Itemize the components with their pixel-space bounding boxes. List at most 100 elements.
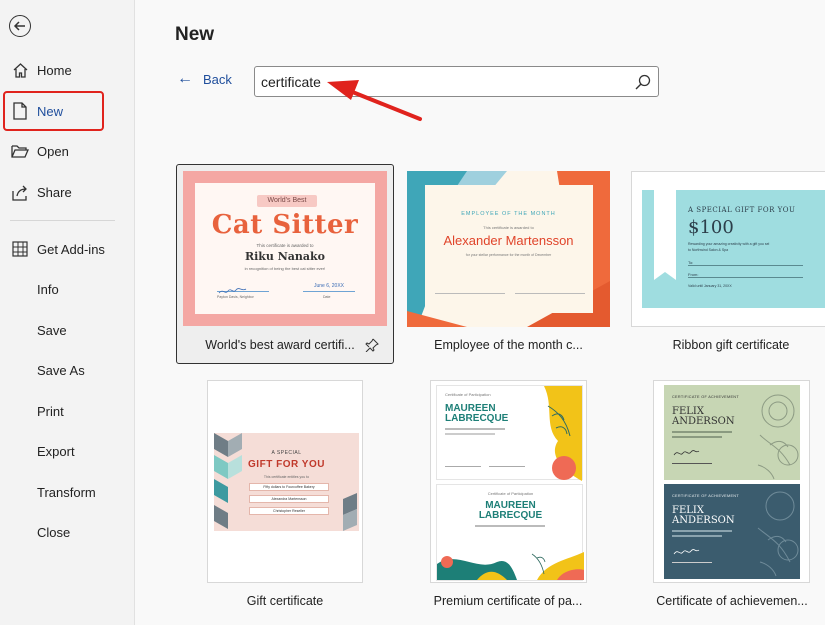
geometric-decoration-icon [214,433,242,529]
sidebar-item-label: Transform [37,484,96,500]
template-caption: Certificate of achievemen... [656,594,808,608]
date-line [515,293,585,294]
back-arrow-button[interactable] [9,15,31,37]
gift-to-field: To: [688,260,803,266]
cert-name-last-2: ANDERSON [672,515,735,526]
sidebar-item-save[interactable]: Save [0,312,135,348]
signature-line [445,466,481,467]
leaf-decoration-icon [544,386,582,481]
cert-name-last: LABRECQUE [445,413,509,424]
signature-line [672,562,712,563]
signature-line [217,283,269,294]
gift-field2: Alexandra Martensson [249,495,329,503]
sidebar-item-share[interactable]: Share [0,174,135,210]
ribbon-icon [654,190,676,280]
signature-scribble-icon [673,450,700,456]
sidebar-item-transform[interactable]: Transform [0,474,135,510]
sidebar-item-close[interactable]: Close [0,514,135,550]
search-icon[interactable] [634,73,652,91]
participation-page-bottom: Certificate of Participation MAUREEN LAB… [436,484,584,581]
gift-heading: A SPECIAL GIFT FOR YOU [688,206,796,214]
add-ins-grid-icon [11,240,29,258]
geometric-decoration-right-icon [343,493,357,531]
sidebar-item-export[interactable]: Export [0,433,135,469]
cert-date: June 6, 20XX [303,283,355,292]
achievement-page-bottom: CERTIFICATE OF ACHIEVEMENT FELIX ANDERSO… [664,484,800,579]
back-link[interactable]: ← Back [177,71,232,87]
back-link-label: Back [203,71,232,87]
sidebar-item-label: Open [37,143,69,159]
gift-line1: This certificate entitles you to [263,475,310,479]
gift-field3: Christopher Reseller [249,507,329,515]
template-caption: Ribbon gift certificate [672,338,790,352]
cert-heading: EMPLOYEE OF THE MONTH [461,211,556,217]
cert-heading: Certificate of Participation [445,392,491,397]
template-thumbnail: World's Best Cat Sitter This certificate… [183,171,387,326]
gift-amount: $100 [688,217,734,238]
cert-badge: World's Best [257,195,317,207]
wave-decoration-icon [437,552,584,580]
achievement-page-top: CERTIFICATE OF ACHIEVEMENT FELIX ANDERSO… [664,385,800,480]
text-placeholder [445,428,505,430]
back-arrow-icon [13,21,25,31]
text-placeholder [672,535,722,537]
sidebar-item-label: Save [37,322,67,338]
template-thumbnail: EMPLOYEE OF THE MONTH This certificate i… [407,171,610,327]
signature-line [672,463,712,464]
gift-line1: Rewarding your amazing creativity with a… [688,242,770,246]
template-caption: Premium certificate of pa... [433,594,583,608]
sidebar-item-get-add-ins[interactable]: Get Add-ins [0,231,135,267]
text-placeholder [475,525,545,527]
floral-decoration-icon [757,394,799,480]
cert-sign-name: Payton Davis, Neighbor [217,295,254,299]
left-arrow-icon: ← [177,70,193,87]
template-thumbnail: A SPECIAL GIFT FOR YOU This certificate … [207,380,363,583]
gift-field1: Fifty dollars to Fourcoffee Bakery [249,483,329,491]
sidebar-item-label: Print [37,403,64,419]
template-caption: Gift certificate [246,594,324,608]
text-placeholder [445,433,495,435]
cert-name: Riku Nanako [244,250,326,263]
cert-title-text: Cat Sitter [211,210,359,240]
cert-line1: This certificate is awarded to [256,243,314,248]
annotation-red-arrow [327,80,422,121]
sidebar-item-label: Save As [37,362,85,378]
gift-title: GIFT FOR YOU [248,459,325,470]
template-thumbnail: CERTIFICATE OF ACHIEVEMENT FELIX ANDERSO… [653,380,810,583]
sidebar-item-info[interactable]: Info [0,271,135,307]
sidebar-item-label: Close [37,524,71,540]
floral-decoration-dark-icon [757,491,799,577]
sidebar-item-label: Get Add-ins [37,241,105,257]
cert-heading-2: CERTIFICATE OF ACHIEVEMENT [672,494,739,498]
sidebar-item-open[interactable]: Open [0,133,135,169]
share-icon [11,183,29,201]
text-placeholder [672,436,722,438]
gift-from-field: From: [688,272,803,278]
sidebar-item-print[interactable]: Print [0,393,135,429]
cert-name: Alexander Martensson [443,233,574,248]
gift-card-body: A SPECIAL GIFT FOR YOU This certificate … [214,433,359,531]
gift-valid: Valid until January 31, 20XX [688,284,732,288]
sidebar-item-home[interactable]: Home [0,52,135,88]
template-caption: Employee of the month c... [434,338,583,352]
cert-line1: This certificate is awarded to [483,225,534,230]
cert-name-last-2: LABRECQUE [478,510,543,521]
cert-line2: for your stellar performance for the mon… [465,253,552,257]
sidebar-item-label: Home [37,62,72,78]
gift-small: A SPECIAL [271,450,302,456]
cert-title: Cat Sitter [195,210,375,240]
pin-icon[interactable] [365,338,379,352]
annotation-highlight-box [3,91,104,131]
text-placeholder [672,530,732,532]
sidebar-item-save-as[interactable]: Save As [0,352,135,388]
cert-name-last: ANDERSON [672,416,735,427]
template-thumbnail: Certificate of Participation MAUREEN LAB… [430,380,587,583]
sidebar-divider [10,220,115,221]
home-icon [11,61,29,79]
template-thumbnail: A SPECIAL GIFT FOR YOU $100 Rewarding yo… [631,171,825,327]
cert-heading-2: Certificate of Participation [487,491,534,496]
signature-scribble-icon [673,549,700,555]
search-value: certificate [261,73,321,90]
signature-line [435,293,505,294]
main-pane: New ← Back certificate World's Best Cat … [135,0,825,625]
